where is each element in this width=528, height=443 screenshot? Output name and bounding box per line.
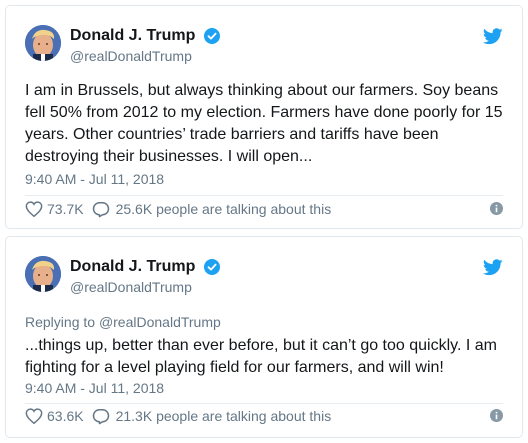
tweet-text: I am in Brussels, but always thinking ab… bbox=[25, 82, 503, 165]
tweet-timestamp[interactable]: 9:40 AM - Jul 11, 2018 bbox=[25, 379, 164, 397]
divider bbox=[25, 403, 503, 404]
tweet-actions: 73.7K 25.6K people are talking about thi… bbox=[25, 198, 503, 220]
tweet-text: ...things up, better than ever before, b… bbox=[25, 337, 497, 376]
tweet-card[interactable]: Donald J. Trump @realDonaldTrump I am in… bbox=[5, 5, 523, 229]
divider bbox=[25, 195, 503, 196]
display-name[interactable]: Donald J. Trump bbox=[70, 26, 195, 46]
twitter-bird-icon[interactable] bbox=[482, 259, 503, 276]
avatar[interactable] bbox=[25, 25, 61, 61]
verified-badge-icon bbox=[203, 259, 220, 275]
like-button[interactable]: 63.6K bbox=[25, 408, 84, 424]
reply-button[interactable]: 25.6K people are talking about this bbox=[92, 201, 332, 218]
info-icon[interactable] bbox=[490, 202, 503, 215]
info-icon[interactable] bbox=[490, 409, 503, 422]
heart-icon bbox=[25, 408, 43, 424]
comment-bubble-icon bbox=[92, 201, 109, 217]
comment-bubble-icon bbox=[92, 408, 109, 424]
like-count: 73.7K bbox=[47, 201, 84, 217]
tweet-card[interactable]: Donald J. Trump @realDonaldTrump Replyin… bbox=[5, 236, 523, 438]
twitter-bird-icon[interactable] bbox=[482, 28, 503, 45]
tweet-actions: 63.6K 21.3K people are talking about thi… bbox=[25, 405, 503, 427]
user-handle[interactable]: @realDonaldTrump bbox=[70, 47, 220, 65]
talking-count: 21.3K people are talking about this bbox=[115, 408, 332, 424]
replying-to-label: Replying to bbox=[25, 314, 96, 330]
user-handle[interactable]: @realDonaldTrump bbox=[70, 278, 220, 296]
replying-to: Replying to @realDonaldTrump bbox=[25, 313, 221, 331]
heart-icon bbox=[25, 201, 43, 217]
replying-to-handle[interactable]: @realDonaldTrump bbox=[99, 314, 221, 330]
like-button[interactable]: 73.7K bbox=[25, 201, 84, 217]
avatar[interactable] bbox=[25, 256, 61, 292]
reply-button[interactable]: 21.3K people are talking about this bbox=[92, 408, 332, 425]
verified-badge-icon bbox=[203, 28, 220, 44]
display-name[interactable]: Donald J. Trump bbox=[70, 257, 195, 277]
like-count: 63.6K bbox=[47, 408, 84, 424]
talking-count: 25.6K people are talking about this bbox=[115, 201, 332, 217]
tweet-timestamp[interactable]: 9:40 AM - Jul 11, 2018 bbox=[25, 170, 164, 188]
